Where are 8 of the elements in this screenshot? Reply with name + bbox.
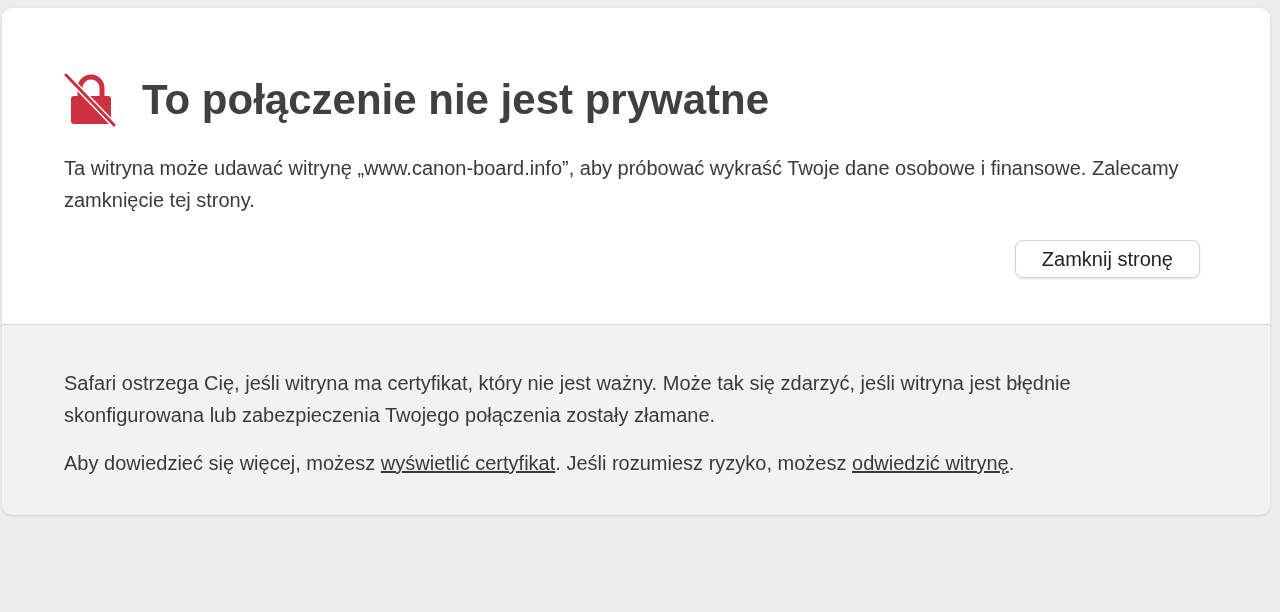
warning-text: Ta witryna może udawać witrynę „www.canon-board.info”, aby próbować wykraść Twoje dane osobowe i finansowe. Zalecamy zamknięcie tej strony. <box>64 156 1180 213</box>
crossed-lock-icon <box>64 72 118 128</box>
close-page-button[interactable]: Zamknij stronę <box>1014 240 1200 278</box>
page-title: To połączenie nie jest prywatne <box>142 74 770 125</box>
text-link[interactable]: wyświetlić certyfikat <box>380 452 556 474</box>
info-paragraph: Safari ostrzega Cię, jeśli witryna ma certyfikat, który nie jest ważny. Może tak się zdarzyć, jeśli witryna jest błędnie skonfigurowana lub zabezpieczenia Twojego połączenia zostały złamane. <box>64 371 1072 428</box>
text-link[interactable]: odwiedzić witrynę <box>852 452 1009 474</box>
info-paragraph: Aby dowiedzieć się więcej, możesz wyświetlić certyfikat. Jeśli rozumiesz ryzyko, możesz odwiedzić witrynę. <box>64 451 1016 476</box>
